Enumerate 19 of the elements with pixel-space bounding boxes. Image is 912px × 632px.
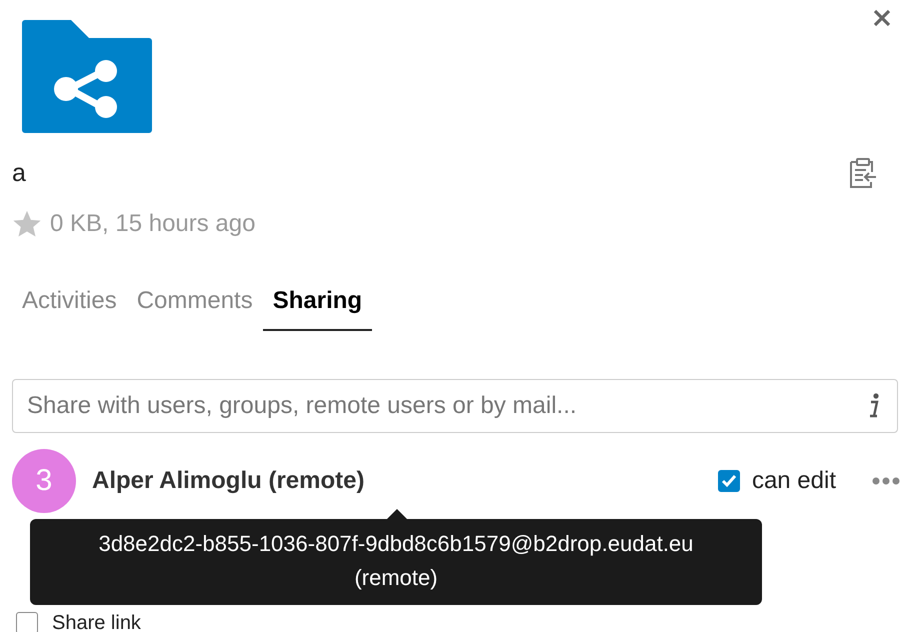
tab[interactable]: Comments (126, 287, 263, 331)
file-meta: 0 KB, 15 hours ago (50, 210, 256, 238)
more-icon[interactable] (872, 477, 900, 485)
share-search-field[interactable]: Share with users, groups, remote users or by mail... (12, 379, 898, 433)
checkbox[interactable] (16, 612, 38, 632)
tab[interactable]: Activities (12, 287, 127, 331)
share-link-label: Share link (52, 613, 141, 632)
checkbox[interactable] (718, 470, 740, 492)
file-name: a (12, 158, 26, 188)
shared-folder-icon (22, 20, 152, 133)
avatar: 3 (12, 449, 76, 513)
share-recipient-name: Alper Alimoglu (remote) (92, 467, 366, 495)
star-icon[interactable] (12, 209, 42, 239)
tab[interactable]: Sharing (262, 287, 372, 331)
close-icon[interactable] (872, 8, 892, 28)
permission-label: can edit (752, 467, 836, 495)
info-icon (868, 393, 880, 419)
clipboard-icon[interactable] (848, 157, 878, 189)
tooltip-arrow (387, 509, 407, 519)
